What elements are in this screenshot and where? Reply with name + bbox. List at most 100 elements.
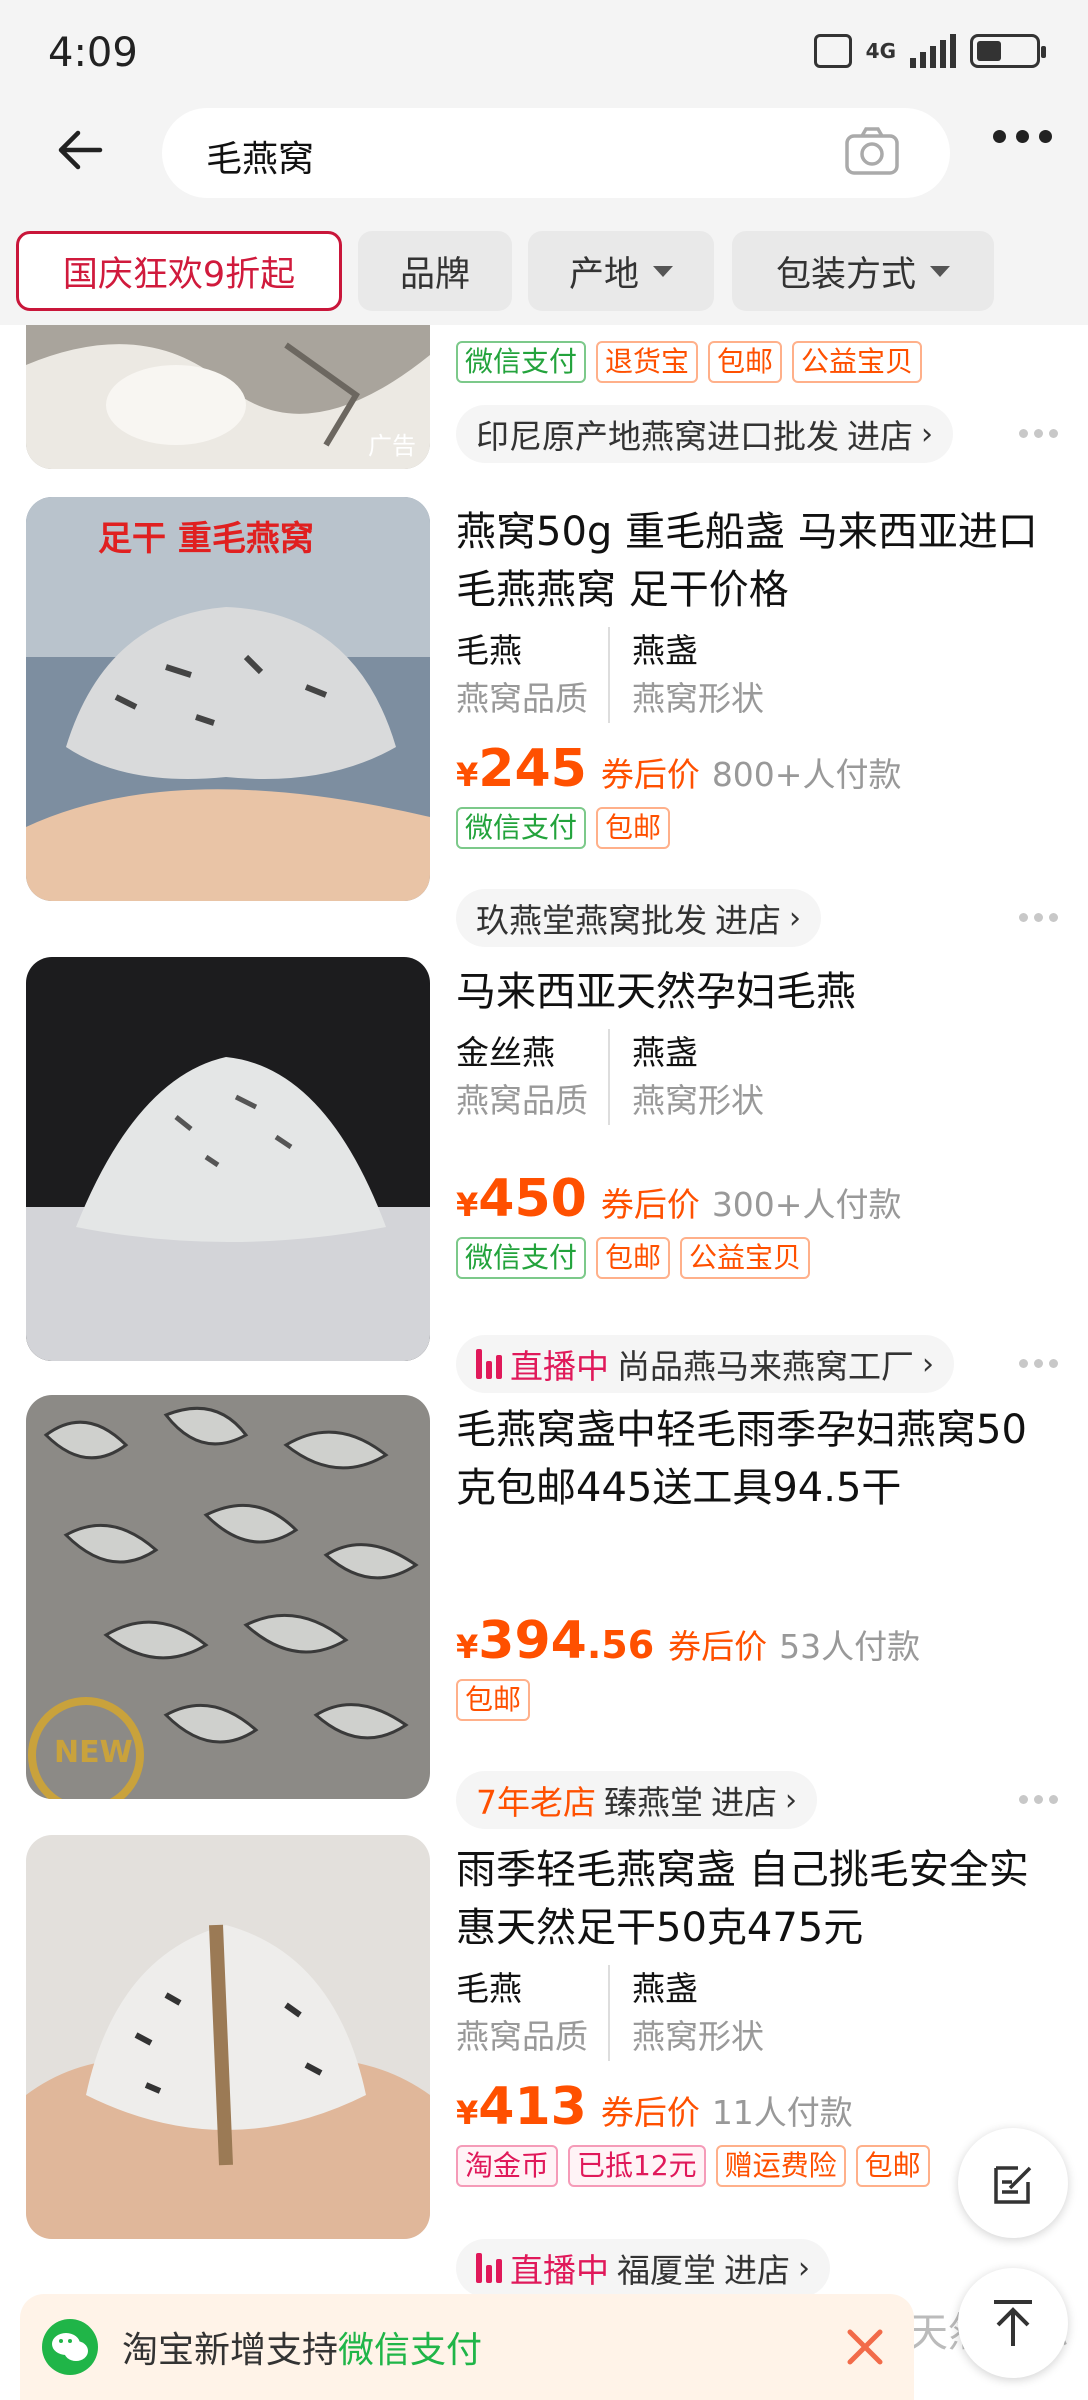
shop-link[interactable]: 印尼原产地燕窝进口批发 进店 › [456,405,953,463]
price: 413 [478,2077,587,2137]
shop-action: 进店 [847,417,913,456]
attr-value: 燕盏 [632,631,698,670]
tag: 微信支付 [456,807,587,849]
shop-link[interactable]: 7年老店 臻燕堂 进店 › [456,1771,817,1829]
product-title: 马来西亚天然孕妇毛燕 [456,969,856,1015]
paid-count: 11人付款 [711,2093,853,2132]
product-card[interactable]: 广告 微信支付 退货宝 包邮 公益宝贝 印尼原产地燕窝进口批发 进店 › [0,325,1088,485]
tag: 包邮 [855,2145,930,2187]
price: 450 [478,1169,587,1229]
ad-label: 广告 [368,432,416,460]
price-row: ¥ 413 券后价 11人付款 [456,2077,1064,2137]
attr-key: 燕窝品质 [456,2017,588,2056]
product-list: 广告 微信支付 退货宝 包邮 公益宝贝 印尼原产地燕窝进口批发 进店 › 足干 … [0,325,1088,2400]
search-input[interactable]: 毛燕窝 [162,108,950,198]
chevron-right-icon: › [785,1782,797,1818]
tag: 已抵12元 [568,2145,706,2187]
vibrate-icon [813,34,852,68]
filter-bar: 国庆狂欢9折起 品牌 产地 包装方式 [0,215,1088,325]
product-info: 雨季轻毛燕窝盏 自己挑毛安全实惠天然足干50克475元 毛燕 燕窝品质 燕盏 燕窝形… [456,1841,1064,2187]
filter-brand[interactable]: 品牌 [358,231,512,311]
signal-icon [910,34,956,68]
shop-name: 玖燕堂燕窝批发 [476,901,707,940]
product-image[interactable] [26,957,430,1361]
attr-value: 毛燕 [456,631,522,670]
price-row: ¥ 245 券后价 800+人付款 [456,739,1064,799]
product-image[interactable] [26,1835,430,2239]
live-label: 直播中 [510,2251,609,2290]
more-options-icon[interactable] [1019,913,1058,922]
product-title: 燕窝50g 重毛船盏 马来西亚进口毛燕燕窝 足干价格 [456,509,1038,613]
shop-link[interactable]: 玖燕堂燕窝批发 进店 › [456,889,821,947]
live-label: 直播中 [510,1347,609,1386]
tag: 赠运费险 [715,2145,846,2187]
toast-text: 淘宝新增支持 [122,2330,339,2371]
arrow-up-icon [994,2300,1032,2346]
more-options-icon[interactable] [1019,429,1058,438]
product-card[interactable]: 足干 重毛燕窝 燕窝50g 重毛船盏 马来西亚进口毛燕燕窝 足干价格 毛燕 燕窝品… [0,497,1088,947]
back-arrow-icon[interactable] [50,120,110,180]
product-attrs: 毛燕 燕窝品质 燕盏 燕窝形状 [456,1965,1064,2061]
price-row: ¥ 394.56 券后价 53人付款 [456,1611,1064,1671]
filter-origin[interactable]: 产地 [528,231,714,311]
price: 245 [478,739,587,799]
currency: ¥ [456,2094,479,2132]
price: 394.56 [478,1611,654,1671]
tag: 包邮 [596,807,671,849]
tag: 微信支付 [456,1237,587,1279]
price-note: 券后价 [600,1185,700,1224]
tag: 包邮 [596,1237,671,1279]
tag: 微信支付 [456,341,587,383]
product-attrs: 金丝燕 燕窝品质 燕盏 燕窝形状 [456,1029,1064,1125]
chevron-right-icon: › [798,2250,810,2286]
attr-value: 毛燕 [456,1969,522,2008]
attr-key: 燕窝形状 [632,2017,764,2056]
product-card[interactable]: NEW 毛燕窝盏中轻毛雨季孕妇燕窝50克包邮445送工具94.5干 ¥ 394.… [0,1395,1088,1835]
price-note: 券后价 [668,1627,768,1666]
close-icon[interactable] [840,2322,890,2372]
product-info: 马来西亚天然孕妇毛燕 金丝燕 燕窝品质 燕盏 燕窝形状 ¥ 450 券后价 300+… [456,963,1064,1279]
filter-promo[interactable]: 国庆狂欢9折起 [16,231,342,311]
back-to-top-button[interactable] [958,2268,1068,2378]
price-integer: 394 [478,1611,587,1671]
store-age-badge: 7年老店 [476,1783,596,1822]
chevron-right-icon: › [922,1346,934,1382]
product-attrs: 毛燕 燕窝品质 燕盏 燕窝形状 [456,627,1064,723]
live-badge: 直播中 [476,1340,609,1388]
product-image[interactable]: 广告 [26,325,430,469]
live-badge: 直播中 [476,2244,609,2292]
product-image[interactable]: NEW [26,1395,430,1799]
product-tags: 微信支付 包邮 公益宝贝 [456,1237,1064,1279]
shop-link[interactable]: 直播中 尚品燕马来燕窝工厂 › [456,1335,954,1393]
tag: 公益宝贝 [680,1237,811,1279]
product-info: 燕窝50g 重毛船盏 马来西亚进口毛燕燕窝 足干价格 毛燕 燕窝品质 燕盏 燕窝形状… [456,503,1064,849]
shop-name: 臻燕堂 [604,1783,703,1822]
toast-message: 淘宝新增支持微信支付 [122,2321,482,2373]
paid-count: 300+人付款 [711,1185,902,1224]
shop-name: 印尼原产地燕窝进口批发 [476,417,839,456]
filter-label: 产地 [568,254,639,295]
shop-link[interactable]: 直播中 福厦堂 进店 › [456,2239,830,2297]
price-decimal: .56 [586,1623,655,1667]
feedback-button[interactable] [958,2128,1068,2238]
product-tags: 微信支付 退货宝 包邮 公益宝贝 [456,341,923,383]
more-options-icon[interactable] [1019,1359,1058,1368]
filter-packaging[interactable]: 包装方式 [732,231,994,311]
camera-icon[interactable] [844,126,900,176]
paid-count: 53人付款 [779,1627,921,1666]
tag: 淘金币 [456,2145,559,2187]
product-tags: 包邮 [456,1679,1064,1721]
product-card[interactable]: 雨季轻毛燕窝盏 自己挑毛安全实惠天然足干50克475元 毛燕 燕窝品质 燕盏 燕窝形… [0,1835,1088,2315]
more-icon[interactable] [993,130,1052,143]
product-card[interactable]: 马来西亚天然孕妇毛燕 金丝燕 燕窝品质 燕盏 燕窝形状 ¥ 450 券后价 300+… [0,957,1088,1397]
attr-value: 金丝燕 [456,1033,555,1072]
product-tags: 微信支付 包邮 [456,807,1064,849]
image-caption: NEW [54,1735,133,1770]
shop-name: 福厦堂 [617,2251,716,2290]
tag: 包邮 [708,341,783,383]
chevron-right-icon: › [921,416,933,452]
wechat-pay-toast[interactable]: 淘宝新增支持微信支付 [20,2294,914,2400]
product-image[interactable]: 足干 重毛燕窝 [26,497,430,901]
tag: 退货宝 [596,341,699,383]
more-options-icon[interactable] [1019,1795,1058,1804]
